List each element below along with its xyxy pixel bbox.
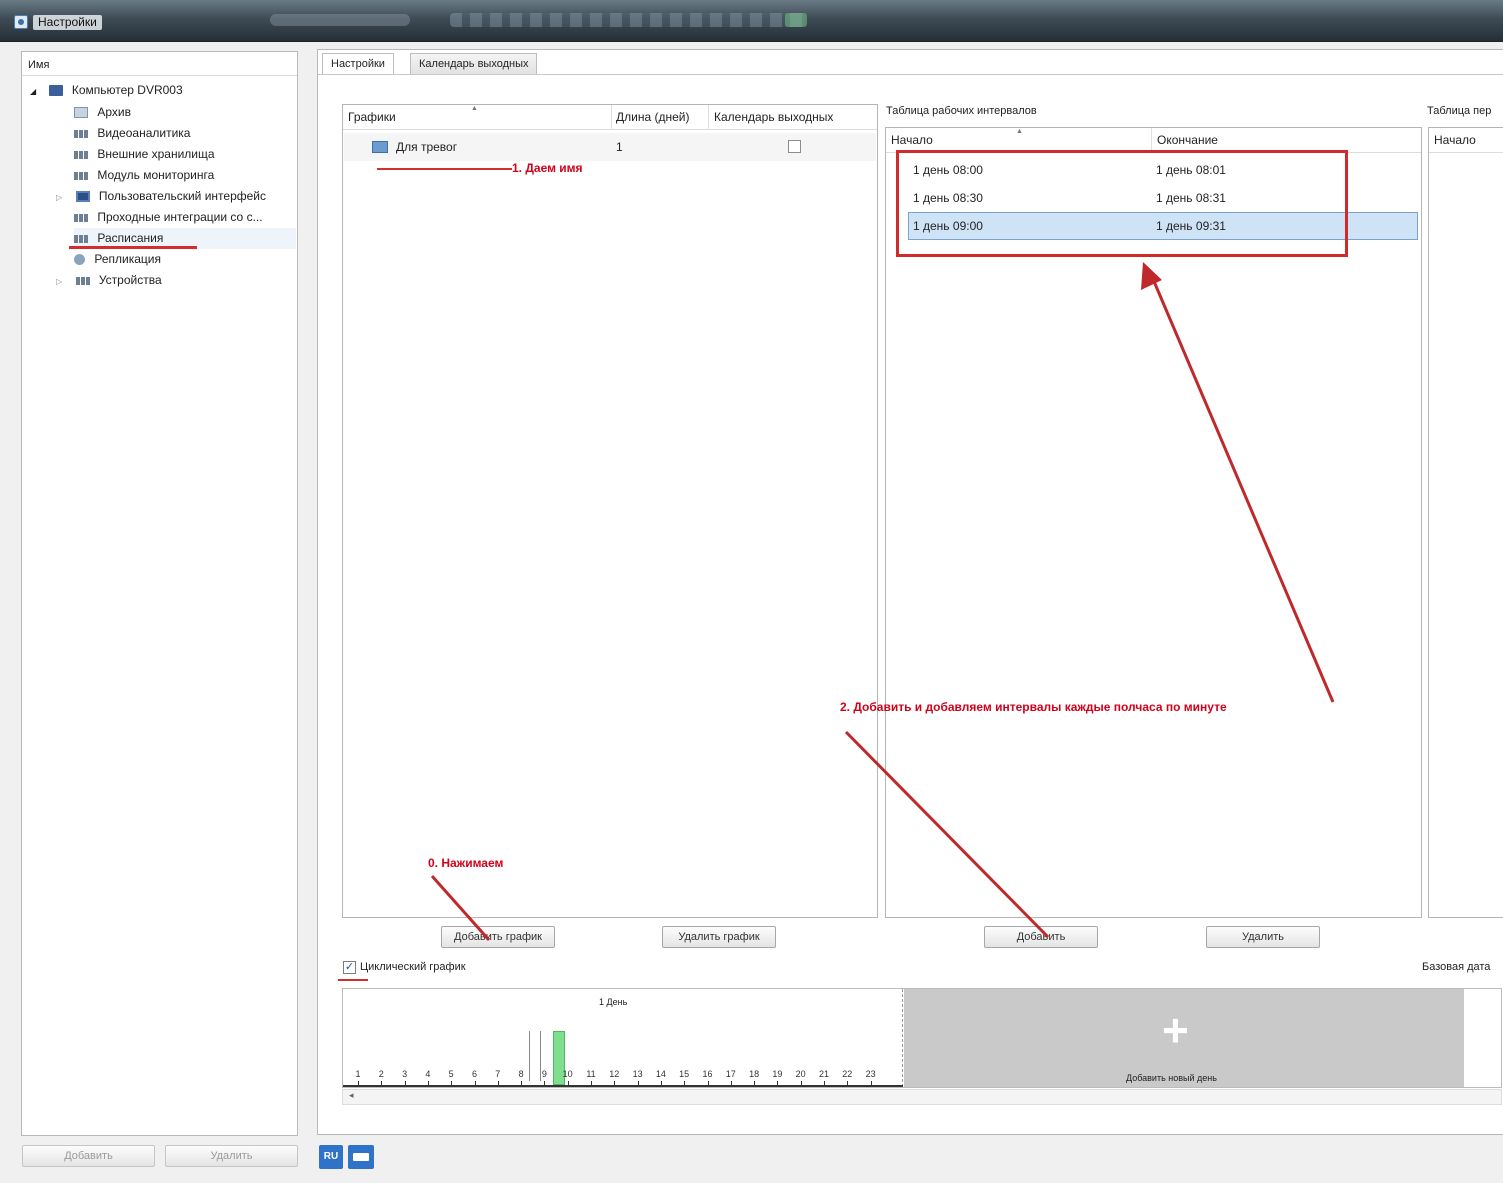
annotation-arrow-to-add-schedule: [430, 875, 491, 941]
arrowhead-icon: [1141, 262, 1162, 290]
annotation-arrow-to-intervals: [1148, 271, 1335, 703]
annotation-arrows: [430, 262, 1335, 941]
annotation-arrow-to-add-interval: [844, 730, 1050, 939]
